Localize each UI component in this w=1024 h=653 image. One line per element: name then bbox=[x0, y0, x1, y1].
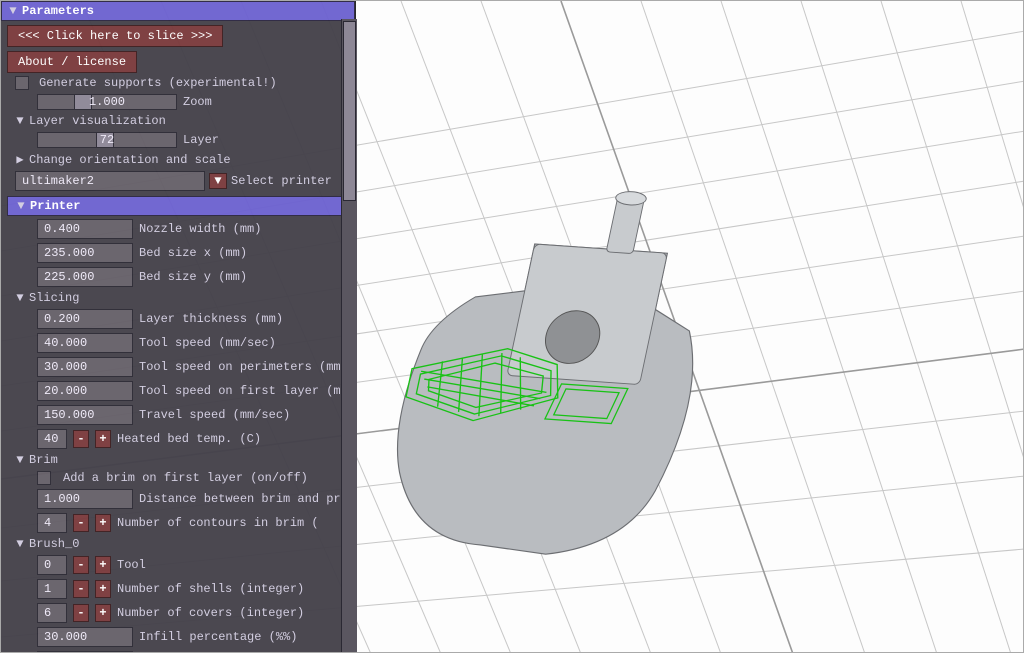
brush-covers-plus[interactable]: + bbox=[95, 604, 111, 622]
about-button[interactable]: About / license bbox=[7, 51, 137, 73]
layer-value: 72 bbox=[38, 133, 176, 147]
chevron-right-icon: ▶ bbox=[15, 152, 25, 167]
brim-contours-minus[interactable]: - bbox=[73, 514, 89, 532]
travel-speed-input[interactable]: 150.000 bbox=[37, 405, 133, 425]
brim-checkbox[interactable] bbox=[37, 471, 51, 485]
printer-select-row: ultimaker2 ▼ Select printer bbox=[1, 170, 355, 192]
zoom-label: Zoom bbox=[183, 95, 212, 109]
layer-vis-header[interactable]: ▼ Layer visualization bbox=[1, 113, 355, 129]
brush-shells-plus[interactable]: + bbox=[95, 580, 111, 598]
zoom-row: 1.000 Zoom bbox=[1, 93, 355, 111]
printer-select[interactable]: ultimaker2 bbox=[15, 171, 205, 191]
tool-speed-perim-input[interactable]: 30.000 bbox=[37, 357, 133, 377]
bed-x-input[interactable]: 235.000 bbox=[37, 243, 133, 263]
slice-button[interactable]: <<< Click here to slice >>> bbox=[7, 25, 223, 47]
brush-shells-minus[interactable]: - bbox=[73, 580, 89, 598]
nozzle-width-input[interactable]: 0.400 bbox=[37, 219, 133, 239]
generate-supports-checkbox[interactable] bbox=[15, 76, 29, 90]
brush0-header[interactable]: ▼ Brush_0 bbox=[1, 536, 355, 552]
printer-header[interactable]: ▼ Printer bbox=[7, 196, 349, 216]
bed-y-input[interactable]: 225.000 bbox=[37, 267, 133, 287]
infill-input[interactable]: 30.000 bbox=[37, 627, 133, 647]
panel-title: Parameters bbox=[22, 4, 94, 18]
layer-slider[interactable]: 72 bbox=[37, 132, 177, 148]
panel-title-bar[interactable]: ▼ Parameters bbox=[1, 1, 355, 21]
chevron-down-icon: ▼ bbox=[15, 453, 25, 467]
parameters-panel: ▼ Parameters <<< Click here to slice >>>… bbox=[1, 1, 356, 652]
brush-tool-plus[interactable]: + bbox=[95, 556, 111, 574]
layer-thickness-input[interactable]: 0.200 bbox=[37, 309, 133, 329]
brim-contours-plus[interactable]: + bbox=[95, 514, 111, 532]
bed-temp-plus[interactable]: + bbox=[95, 430, 111, 448]
printer-select-button[interactable]: ▼ bbox=[209, 173, 227, 189]
panel-scrollbar[interactable] bbox=[341, 19, 357, 652]
zoom-slider[interactable]: 1.000 bbox=[37, 94, 177, 110]
bed-temp-minus[interactable]: - bbox=[73, 430, 89, 448]
brim-distance-input[interactable]: 1.000 bbox=[37, 489, 133, 509]
collapse-icon: ▼ bbox=[8, 4, 18, 18]
brim-contours-input[interactable]: 4 bbox=[37, 513, 67, 533]
chevron-down-icon: ▼ bbox=[16, 199, 26, 213]
flow-input[interactable]: 1.000 bbox=[37, 651, 133, 652]
chevron-down-icon: ▼ bbox=[15, 537, 25, 551]
slicing-header[interactable]: ▼ Slicing bbox=[1, 290, 355, 306]
generate-supports-row: Generate supports (experimental!) bbox=[1, 75, 355, 91]
brush-shells-input[interactable]: 1 bbox=[37, 579, 67, 599]
bed-temp-input[interactable]: 40 bbox=[37, 429, 67, 449]
tool-speed-input[interactable]: 40.000 bbox=[37, 333, 133, 353]
brush-tool-minus[interactable]: - bbox=[73, 556, 89, 574]
layer-label: Layer bbox=[183, 133, 219, 147]
chevron-down-icon: ▼ bbox=[15, 114, 25, 128]
brush-covers-minus[interactable]: - bbox=[73, 604, 89, 622]
brim-header[interactable]: ▼ Brim bbox=[1, 452, 355, 468]
brush-tool-input[interactable]: 0 bbox=[37, 555, 67, 575]
layer-row: 72 Layer bbox=[1, 131, 355, 149]
chevron-down-icon: ▼ bbox=[15, 291, 25, 305]
tool-speed-first-input[interactable]: 20.000 bbox=[37, 381, 133, 401]
generate-supports-label: Generate supports (experimental!) bbox=[39, 76, 277, 90]
zoom-value: 1.000 bbox=[38, 95, 176, 109]
orientation-header[interactable]: ▶ Change orientation and scale bbox=[1, 151, 355, 168]
brush-covers-input[interactable]: 6 bbox=[37, 603, 67, 623]
printer-select-label: Select printer bbox=[231, 174, 332, 188]
panel-scroll-thumb[interactable] bbox=[343, 21, 356, 201]
